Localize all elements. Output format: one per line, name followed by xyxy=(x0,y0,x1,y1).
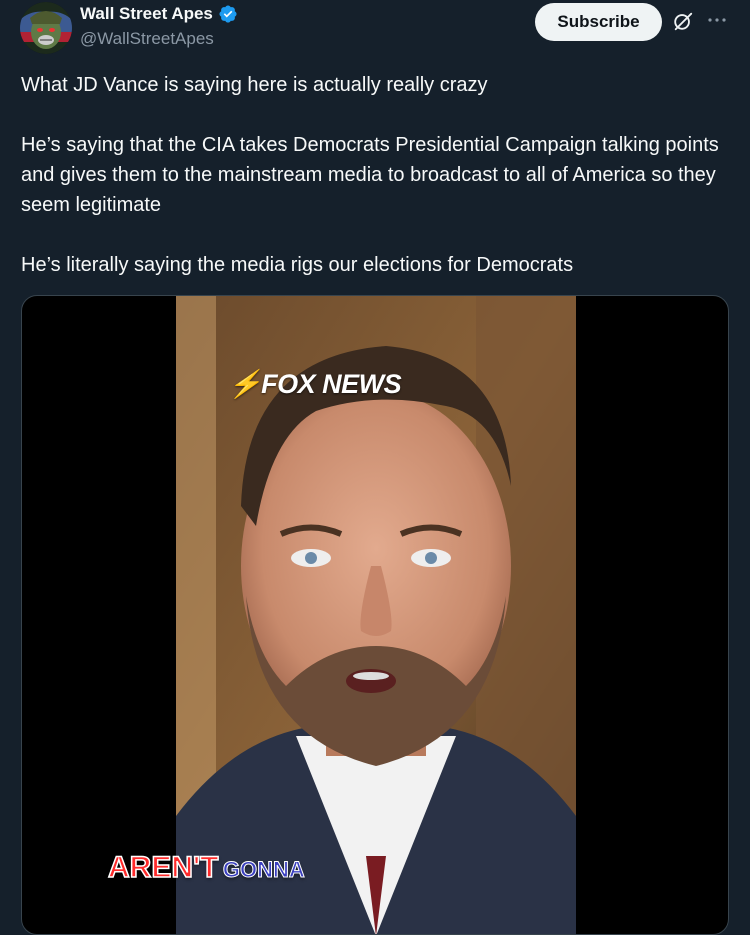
tweet-paragraph: What JD Vance is saying here is actually… xyxy=(21,74,488,96)
tweet-paragraph: He’s literally saying the media rigs our… xyxy=(21,254,574,276)
more-icon[interactable] xyxy=(705,8,729,32)
fox-news-logo: ⚡FOX NEWS xyxy=(228,369,402,399)
verified-badge-icon xyxy=(219,5,237,23)
video-player[interactable]: ⚡FOX NEWS AREN'T GONNA xyxy=(21,295,729,935)
caption-word: GONNA xyxy=(222,857,305,883)
tweet-text: What JD Vance is saying here is actually… xyxy=(21,70,731,280)
ape-avatar-icon xyxy=(20,2,72,54)
tweet-header: Wall Street Apes @WallStreetApes Subscri… xyxy=(0,0,750,60)
author-handle[interactable]: @WallStreetApes xyxy=(80,29,214,49)
fox-news-logo-text: FOX NEWS xyxy=(261,369,402,399)
tweet-paragraph: He’s saying that the CIA takes Democrats… xyxy=(21,134,719,216)
caption-word: AREN'T xyxy=(107,850,219,885)
author-avatar[interactable] xyxy=(20,2,72,54)
grok-icon[interactable] xyxy=(672,10,694,32)
video-caption: AREN'T GONNA xyxy=(107,850,305,885)
author-display-name[interactable]: Wall Street Apes xyxy=(80,4,213,24)
subscribe-button[interactable]: Subscribe xyxy=(535,3,662,41)
